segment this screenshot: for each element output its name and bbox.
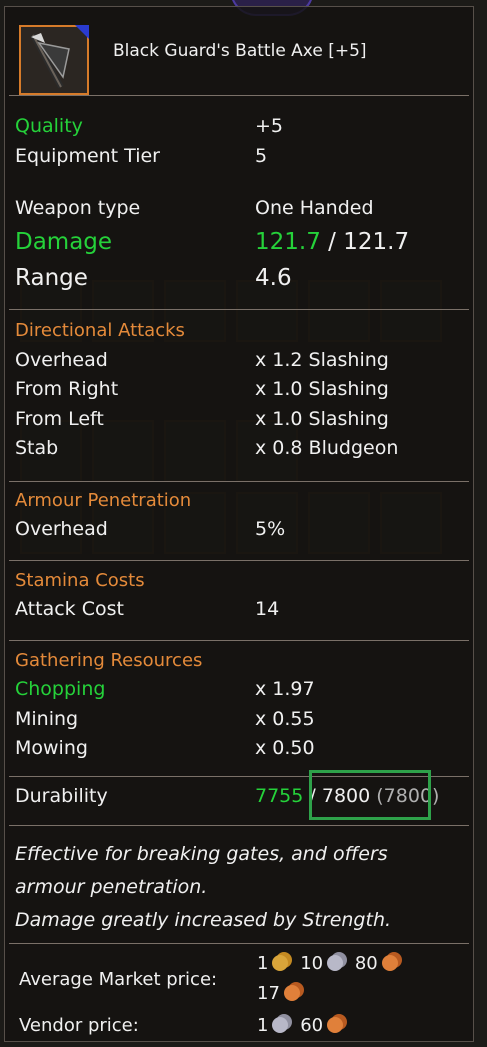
market-price-label: Average Market price: bbox=[19, 969, 218, 990]
description-line: Damage greatly increased by Strength. bbox=[15, 909, 392, 931]
range-label: Range bbox=[15, 265, 88, 291]
vendor-gold: 1 bbox=[257, 1015, 269, 1036]
copper-coin-icon bbox=[283, 985, 300, 1001]
damage-label: Damage bbox=[15, 229, 113, 255]
divider bbox=[9, 95, 469, 96]
vendor-price-label: Vendor price: bbox=[19, 1015, 139, 1036]
armour-pen-label: Overhead bbox=[15, 518, 108, 540]
damage-sep: / bbox=[328, 229, 336, 255]
directional-row-label: From Right bbox=[15, 378, 119, 400]
market-price-value: 1 10 80 bbox=[257, 953, 404, 974]
mining-value: x 0.55 bbox=[255, 708, 315, 730]
directional-row-value: x 1.0 Slashing bbox=[255, 378, 389, 400]
copper-coin-icon bbox=[327, 1017, 344, 1033]
item-tooltip: Black Guard's Battle Axe [+5] Quality +5… bbox=[4, 6, 474, 1042]
vendor-price-value: 1 60 bbox=[257, 1015, 349, 1036]
rarity-corner bbox=[75, 25, 89, 39]
directional-heading: Directional Attacks bbox=[15, 320, 185, 341]
attack-cost-label: Attack Cost bbox=[15, 598, 124, 620]
market-silver: 10 bbox=[300, 953, 324, 974]
chopping-label: Chopping bbox=[15, 678, 106, 700]
market-copper-extra: 17 bbox=[257, 983, 280, 1004]
durability-label: Durability bbox=[15, 785, 108, 807]
tier-label: Equipment Tier bbox=[15, 145, 160, 167]
durability-highlight-box bbox=[309, 770, 431, 820]
damage-current: 121.7 bbox=[255, 229, 321, 255]
directional-row-value: x 1.2 Slashing bbox=[255, 349, 389, 371]
armour-pen-value: 5% bbox=[255, 518, 286, 540]
divider bbox=[9, 309, 469, 310]
gold-coin-icon bbox=[272, 955, 289, 971]
directional-row-value: x 0.8 Bludgeon bbox=[255, 437, 399, 459]
divider bbox=[9, 560, 469, 561]
divider bbox=[9, 943, 469, 944]
weapon-type-label: Weapon type bbox=[15, 197, 141, 219]
directional-row-label: Overhead bbox=[15, 349, 108, 371]
divider bbox=[9, 481, 469, 482]
directional-row-value: x 1.0 Slashing bbox=[255, 408, 389, 430]
mining-label: Mining bbox=[15, 708, 79, 730]
mowing-value: x 0.50 bbox=[255, 737, 315, 759]
directional-row-label: Stab bbox=[15, 437, 59, 459]
mowing-label: Mowing bbox=[15, 737, 88, 759]
description-line: Effective for breaking gates, and offers bbox=[15, 843, 388, 865]
damage-base: 121.7 bbox=[343, 229, 410, 255]
copper-coin-icon bbox=[381, 955, 398, 971]
damage-value: 121.7 / 121.7 bbox=[255, 229, 409, 255]
range-value: 4.6 bbox=[255, 265, 292, 291]
quality-value: +5 bbox=[255, 115, 284, 137]
market-gold: 1 bbox=[257, 953, 269, 974]
quality-label: Quality bbox=[15, 115, 83, 137]
item-title: Black Guard's Battle Axe [+5] bbox=[113, 41, 367, 61]
divider bbox=[9, 825, 469, 826]
attack-cost-value: 14 bbox=[255, 598, 280, 620]
item-icon-frame bbox=[19, 25, 89, 95]
tier-value: 5 bbox=[255, 145, 268, 167]
gathering-heading: Gathering Resources bbox=[15, 650, 203, 671]
durability-current: 7755 bbox=[255, 785, 304, 807]
armour-pen-heading: Armour Penetration bbox=[15, 490, 192, 511]
market-copper: 80 bbox=[354, 953, 378, 974]
weapon-type-value: One Handed bbox=[255, 197, 374, 219]
market-price-value-extra: 17 bbox=[257, 983, 306, 1004]
divider bbox=[9, 640, 469, 641]
chopping-value: x 1.97 bbox=[255, 678, 315, 700]
description-line: armour penetration. bbox=[15, 876, 208, 898]
stamina-heading: Stamina Costs bbox=[15, 570, 145, 591]
silver-coin-icon bbox=[327, 955, 344, 971]
directional-row-label: From Left bbox=[15, 408, 104, 430]
vendor-silver: 60 bbox=[300, 1015, 324, 1036]
silver-coin-icon bbox=[272, 1017, 289, 1033]
